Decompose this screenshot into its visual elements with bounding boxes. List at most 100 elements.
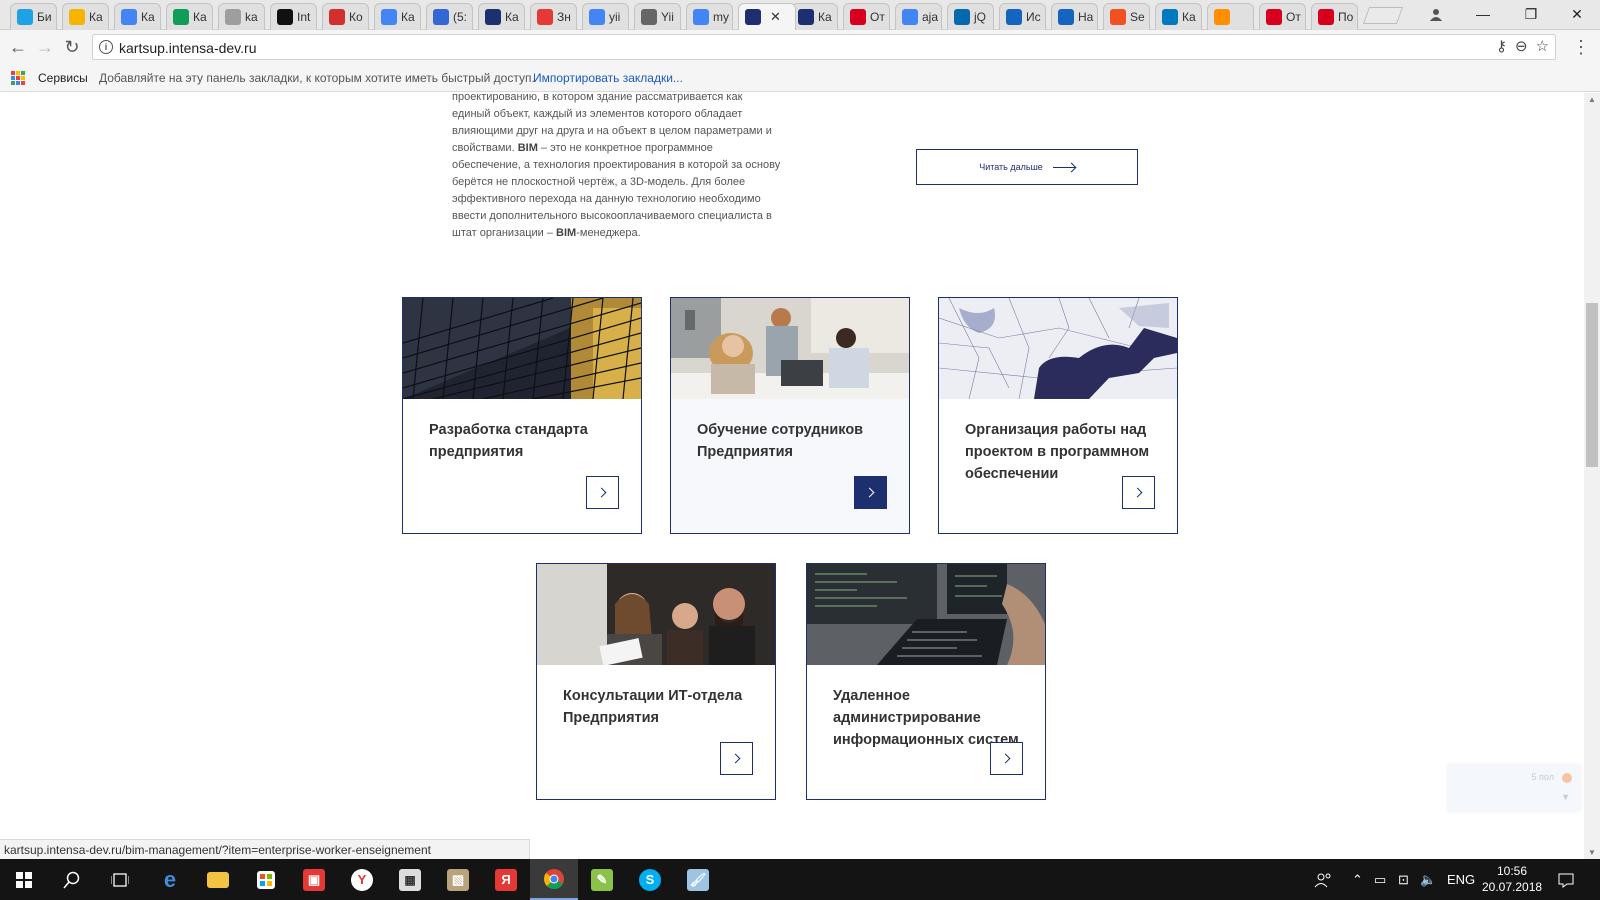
people-icon[interactable] bbox=[1314, 859, 1332, 900]
reload-button[interactable]: ↻ bbox=[60, 35, 84, 59]
card-arrow-button[interactable] bbox=[586, 476, 619, 509]
tab-title: Ка bbox=[505, 10, 519, 24]
paint-icon[interactable]: 🖌 bbox=[674, 859, 722, 900]
service-card-standard[interactable]: Разработка стандарта предприятия bbox=[402, 297, 642, 534]
floating-chat-widget[interactable]: 5 пол ▼ bbox=[1448, 765, 1580, 811]
volume-icon[interactable]: 🔈 bbox=[1420, 859, 1436, 900]
hh-icon bbox=[1318, 9, 1334, 25]
forward-button[interactable]: → bbox=[33, 35, 57, 59]
browser-tab[interactable]: Ка bbox=[791, 3, 838, 30]
browser-tab[interactable]: От bbox=[843, 3, 890, 30]
browser-menu-icon[interactable]: ⋮ bbox=[1572, 37, 1590, 58]
arrow-right-icon bbox=[1052, 166, 1075, 168]
scroll-down-arrow-icon[interactable]: ▼ bbox=[1588, 848, 1596, 857]
calculator-icon[interactable]: ▦ bbox=[386, 859, 434, 900]
network-icon[interactable]: ⊡ bbox=[1398, 859, 1409, 900]
task-view-icon[interactable] bbox=[96, 859, 144, 900]
browser-tab[interactable]: По bbox=[1311, 3, 1358, 30]
gift-app-icon[interactable]: ▣ bbox=[290, 859, 338, 900]
browser-tab[interactable]: Ка bbox=[374, 3, 421, 30]
widget-label: 5 пол bbox=[1531, 772, 1554, 782]
services-link[interactable]: Сервисы bbox=[38, 71, 88, 85]
browser-tab[interactable]: Yii bbox=[634, 3, 681, 30]
language-indicator[interactable]: ENG bbox=[1447, 859, 1475, 900]
key-icon[interactable]: ⚷ bbox=[1496, 37, 1507, 55]
browser-tab[interactable]: aja bbox=[895, 3, 942, 30]
browser-tab[interactable]: От bbox=[1259, 3, 1306, 30]
card-arrow-button[interactable] bbox=[1122, 476, 1155, 509]
zoom-icon[interactable]: ⊖ bbox=[1515, 37, 1528, 55]
file-explorer-icon[interactable] bbox=[194, 859, 242, 900]
browser-tab[interactable]: yii bbox=[582, 3, 629, 30]
browser-tab[interactable]: Se bbox=[1103, 3, 1150, 30]
card-arrow-button[interactable] bbox=[720, 742, 753, 775]
tray-chevron-up-icon[interactable]: ⌃ bbox=[1352, 859, 1363, 900]
url-text[interactable]: kartsup.intensa-dev.ru bbox=[119, 40, 256, 56]
browser-tab[interactable]: Ис bbox=[999, 3, 1046, 30]
yandex-browser-icon[interactable]: Y bbox=[338, 859, 386, 900]
card-title[interactable]: Консультации ИТ-отдела Предприятия bbox=[563, 685, 753, 729]
apps-grid-icon[interactable] bbox=[11, 71, 25, 85]
tab-title: Ка bbox=[818, 10, 832, 24]
browser-tab[interactable]: ka bbox=[218, 3, 265, 30]
skype-taskbar-icon[interactable]: S bbox=[626, 859, 674, 900]
hh-icon bbox=[850, 9, 866, 25]
tab-title: Yii bbox=[661, 10, 674, 24]
browser-tab[interactable]: Зн bbox=[530, 3, 577, 30]
browser-tab[interactable]: Ка bbox=[166, 3, 213, 30]
battery-icon[interactable]: ▭ bbox=[1374, 859, 1386, 900]
browser-tab[interactable]: Би bbox=[10, 3, 57, 30]
tab-title: Ка bbox=[401, 10, 415, 24]
browser-tab[interactable]: На bbox=[1051, 3, 1098, 30]
service-card-it-consulting[interactable]: Консультации ИТ-отдела Предприятия bbox=[536, 563, 776, 800]
back-button[interactable]: ← bbox=[6, 35, 30, 59]
new-tab-button[interactable] bbox=[1362, 7, 1404, 24]
bookmark-star-icon[interactable]: ☆ bbox=[1536, 37, 1549, 55]
code-icon bbox=[641, 9, 657, 25]
card-title[interactable]: Обучение сотрудников Предприятия bbox=[697, 419, 887, 463]
service-card-software-project[interactable]: Организация работы над проектом в програ… bbox=[938, 297, 1178, 534]
service-card-training[interactable]: Обучение сотрудников Предприятия bbox=[670, 297, 910, 534]
browser-tab[interactable]: Int bbox=[270, 3, 317, 30]
search-icon[interactable] bbox=[48, 859, 96, 900]
yandex-icon[interactable]: Я bbox=[482, 859, 530, 900]
card-title[interactable]: Разработка стандарта предприятия bbox=[429, 419, 619, 463]
store-icon[interactable] bbox=[242, 859, 290, 900]
notifications-icon[interactable] bbox=[1558, 859, 1574, 900]
tab-title: Ис bbox=[1026, 10, 1041, 24]
edge-browser-icon[interactable]: e bbox=[146, 859, 194, 900]
close-window-button[interactable]: ✕ bbox=[1554, 0, 1600, 28]
maximize-button[interactable]: ❐ bbox=[1508, 0, 1554, 28]
chevron-down-icon[interactable]: ▼ bbox=[1561, 792, 1570, 802]
page-scrollbar[interactable]: ▲ ▼ bbox=[1584, 93, 1600, 859]
site-info-icon[interactable]: i bbox=[99, 40, 113, 54]
browser-tab[interactable]: Ка bbox=[1155, 3, 1202, 30]
card-arrow-button[interactable] bbox=[854, 476, 887, 509]
close-tab-icon[interactable]: ✕ bbox=[770, 9, 781, 25]
browser-tab[interactable] bbox=[1207, 3, 1254, 30]
browser-tab[interactable]: ✕ bbox=[738, 3, 796, 30]
browser-tab[interactable]: Ка bbox=[114, 3, 161, 30]
browser-tab[interactable]: (5: bbox=[426, 3, 473, 30]
chrome-taskbar-icon[interactable] bbox=[530, 859, 578, 900]
read-more-button[interactable]: Читать дальше bbox=[916, 149, 1138, 185]
address-bar[interactable]: i kartsup.intensa-dev.ru ⚷ ⊖ ☆ bbox=[92, 34, 1556, 60]
scrollbar-thumb[interactable] bbox=[1586, 303, 1598, 467]
browser-tab[interactable]: my bbox=[686, 3, 733, 30]
browser-tab[interactable]: jQ bbox=[947, 3, 994, 30]
browser-tab[interactable]: Ко bbox=[322, 3, 369, 30]
browser-tab[interactable]: Ка bbox=[62, 3, 109, 30]
browser-tab[interactable]: Ка bbox=[478, 3, 525, 30]
start-button[interactable] bbox=[0, 859, 48, 900]
minimize-button[interactable]: — bbox=[1460, 0, 1506, 28]
taskbar-clock[interactable]: 10:56 20.07.2018 bbox=[1482, 863, 1542, 895]
profile-icon[interactable] bbox=[1413, 0, 1459, 28]
import-bookmarks-link[interactable]: Импортировать закладки... bbox=[533, 71, 683, 85]
red-logo-icon bbox=[329, 9, 345, 25]
scroll-up-arrow-icon[interactable]: ▲ bbox=[1588, 95, 1596, 104]
photo-viewer-icon[interactable]: ▧ bbox=[434, 859, 482, 900]
service-card-remote-administration[interactable]: Удаленное администрирование информационн… bbox=[806, 563, 1046, 800]
card-arrow-button[interactable] bbox=[990, 742, 1023, 775]
notepad-plus-icon[interactable]: ✎ bbox=[578, 859, 626, 900]
google-icon bbox=[693, 9, 709, 25]
